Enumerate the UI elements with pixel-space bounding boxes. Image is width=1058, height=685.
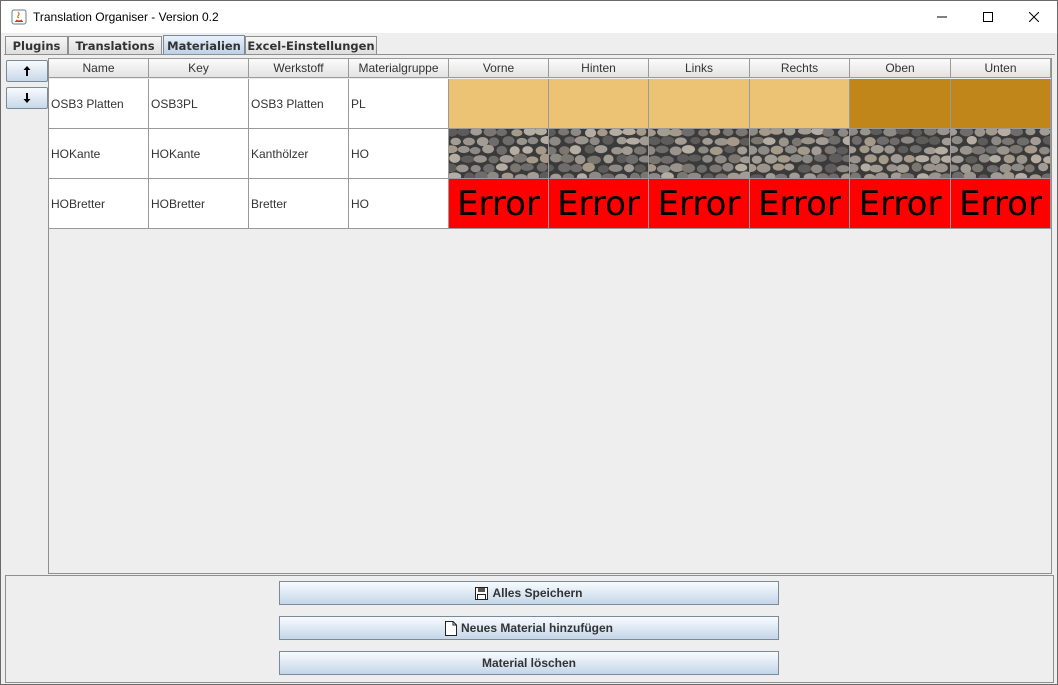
cell-werkstoff[interactable]: OSB3 Platten	[249, 79, 349, 129]
stone-texture-icon	[649, 129, 749, 178]
stone-texture-icon	[549, 129, 648, 178]
texture-cell-vorne[interactable]	[449, 129, 549, 179]
cell-materialgruppe[interactable]: HO	[349, 179, 449, 229]
texture-cell-links[interactable]: Error	[649, 179, 750, 229]
column-header-key[interactable]: Key	[149, 58, 249, 78]
floppy-disk-icon	[475, 586, 489, 600]
move-down-button[interactable]	[6, 87, 48, 109]
new-document-icon	[444, 620, 457, 636]
window-title: Translation Organiser - Version 0.2	[33, 10, 219, 24]
cell-werkstoff[interactable]: Bretter	[249, 179, 349, 229]
save-all-label: Alles Speichern	[492, 586, 583, 600]
delete-material-label: Material löschen	[481, 656, 577, 670]
maximize-button[interactable]	[965, 1, 1011, 33]
cell-materialgruppe[interactable]: PL	[349, 79, 449, 129]
column-header-materialgruppe[interactable]: Materialgruppe	[349, 58, 449, 78]
texture-cell-vorne[interactable]	[449, 79, 549, 129]
tab-panel-border	[4, 54, 1055, 55]
texture-cell-links[interactable]	[649, 79, 750, 129]
texture-cell-rechts[interactable]	[750, 129, 850, 179]
add-material-button[interactable]: Neues Material hinzufügen	[279, 616, 779, 640]
tab-excel-einstellungen[interactable]: Excel-Einstellungen	[245, 36, 377, 55]
stone-texture-icon	[750, 129, 849, 178]
action-panel: Alles Speichern Neues Material hinzufüge…	[5, 575, 1054, 683]
texture-cell-hinten[interactable]	[549, 129, 649, 179]
texture-cell-oben[interactable]	[850, 129, 951, 179]
maximize-icon	[983, 12, 993, 22]
texture-cell-rechts[interactable]	[750, 79, 850, 129]
texture-cell-oben[interactable]: Error	[850, 179, 951, 229]
cell-werkstoff[interactable]: Kanthölzer	[249, 129, 349, 179]
minimize-button[interactable]	[919, 1, 965, 33]
stone-texture-icon	[449, 129, 548, 178]
cell-name[interactable]: HOBretter	[49, 179, 149, 229]
stone-texture-icon	[850, 129, 950, 178]
app-window: Translation Organiser - Version 0.2 Plug…	[0, 0, 1058, 685]
cell-materialgruppe[interactable]: HO	[349, 129, 449, 179]
texture-cell-vorne[interactable]: Error	[449, 179, 549, 229]
texture-cell-unten[interactable]	[951, 129, 1051, 179]
tab-plugins[interactable]: Plugins	[5, 36, 68, 55]
java-app-icon	[11, 9, 27, 25]
title-bar: Translation Organiser - Version 0.2	[1, 1, 1057, 33]
column-header-oben[interactable]: Oben	[850, 58, 951, 78]
cell-name[interactable]: HOKante	[49, 129, 149, 179]
column-header-vorne[interactable]: Vorne	[449, 58, 549, 78]
tab-materialien[interactable]: Materialien	[163, 35, 245, 55]
texture-cell-links[interactable]	[649, 129, 750, 179]
arrow-down-icon	[23, 93, 31, 103]
materials-table[interactable]: Name Key Werkstoff Materialgruppe Vorne Hinte…	[48, 58, 1052, 574]
cell-key[interactable]: HOKante	[149, 129, 249, 179]
add-material-label: Neues Material hinzufügen	[460, 621, 614, 635]
texture-cell-oben[interactable]	[850, 79, 951, 129]
cell-key[interactable]: HOBretter	[149, 179, 249, 229]
texture-cell-hinten[interactable]	[549, 79, 649, 129]
column-header-links[interactable]: Links	[649, 58, 750, 78]
column-header-hinten[interactable]: Hinten	[549, 58, 649, 78]
cell-name[interactable]: OSB3 Platten	[49, 79, 149, 129]
move-up-button[interactable]	[6, 60, 48, 82]
save-all-button[interactable]: Alles Speichern	[279, 581, 779, 605]
texture-cell-unten[interactable]: Error	[951, 179, 1051, 229]
column-header-unten[interactable]: Unten	[951, 58, 1051, 78]
tab-bar: Plugins Translations Materialien Excel-E…	[1, 33, 1057, 55]
column-header-name[interactable]: Name	[49, 58, 149, 78]
stone-texture-icon	[951, 129, 1050, 178]
column-header-rechts[interactable]: Rechts	[750, 58, 850, 78]
arrow-up-icon	[23, 66, 31, 76]
tab-translations[interactable]: Translations	[68, 36, 162, 55]
close-button[interactable]	[1011, 1, 1057, 33]
column-header-werkstoff[interactable]: Werkstoff	[249, 58, 349, 78]
close-icon	[1029, 12, 1039, 22]
cell-key[interactable]: OSB3PL	[149, 79, 249, 129]
delete-material-button[interactable]: Material löschen	[279, 651, 779, 675]
texture-cell-unten[interactable]	[951, 79, 1051, 129]
texture-cell-hinten[interactable]: Error	[549, 179, 649, 229]
texture-cell-rechts[interactable]: Error	[750, 179, 850, 229]
minimize-icon	[937, 16, 947, 18]
